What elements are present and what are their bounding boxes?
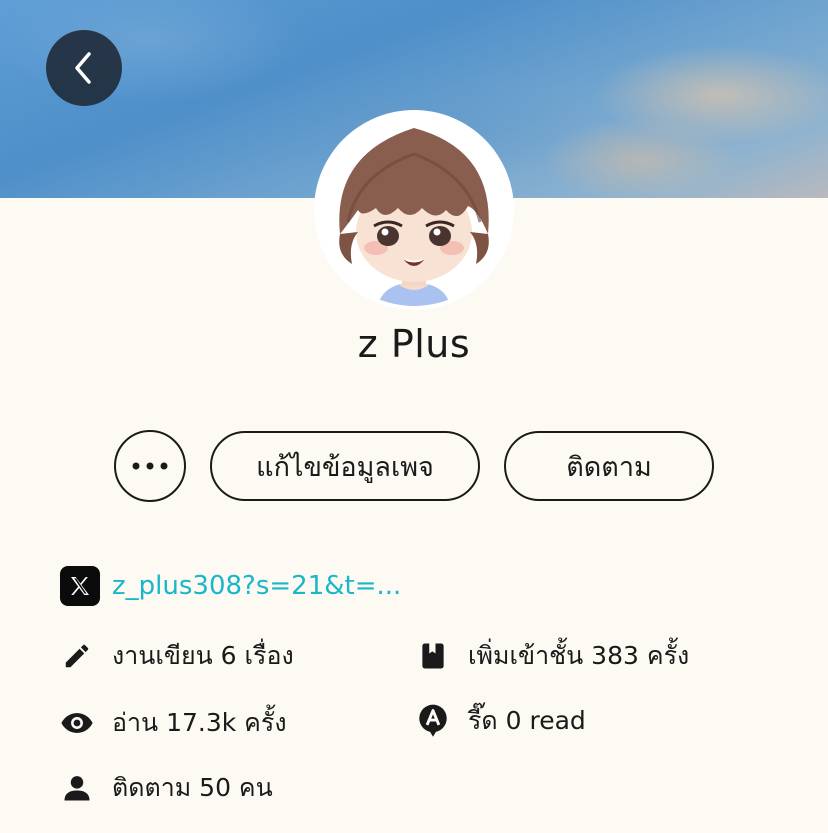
more-dots-icon <box>132 462 168 470</box>
works-count: งานเขียน 6 เรื่อง <box>112 641 294 670</box>
pencil-icon <box>60 639 94 673</box>
edit-page-button[interactable]: แก้ไขข้อมูลเพจ <box>210 431 480 501</box>
eye-icon <box>60 706 94 740</box>
stat-shelf: เพิ่มเข้าชั้น 383 ครั้ง <box>416 636 689 676</box>
reads-count: อ่าน 17.3k ครั้ง <box>112 708 287 737</box>
read-count-label: รี๊ด 0 read <box>468 706 586 735</box>
follow-button[interactable]: ติดตาม <box>504 431 714 501</box>
follow-label: ติดตาม <box>566 451 652 483</box>
x-logo-icon <box>60 566 100 606</box>
x-profile-link[interactable]: z_plus308?s=21&t=... <box>112 571 401 601</box>
avatar-illustration <box>318 114 510 306</box>
stat-followers: ติดตาม 50 คน <box>60 768 273 808</box>
x-social-link-row: z_plus308?s=21&t=... <box>60 566 401 606</box>
chevron-left-icon <box>75 52 91 84</box>
stat-read-count: รี๊ด 0 read <box>416 701 586 741</box>
shelf-count: เพิ่มเข้าชั้น 383 ครั้ง <box>468 641 690 670</box>
stat-works: งานเขียน 6 เรื่อง <box>60 636 294 676</box>
speech-a-icon <box>416 704 450 738</box>
more-options-button[interactable] <box>114 430 186 502</box>
back-button[interactable] <box>46 30 122 106</box>
followers-count: ติดตาม 50 คน <box>112 773 273 802</box>
person-icon <box>60 771 94 805</box>
edit-page-label: แก้ไขข้อมูลเพจ <box>256 451 434 483</box>
avatar <box>314 110 514 310</box>
profile-name: z Plus <box>357 322 471 366</box>
stat-reads: อ่าน 17.3k ครั้ง <box>60 703 287 743</box>
bookmark-book-icon <box>416 639 450 673</box>
